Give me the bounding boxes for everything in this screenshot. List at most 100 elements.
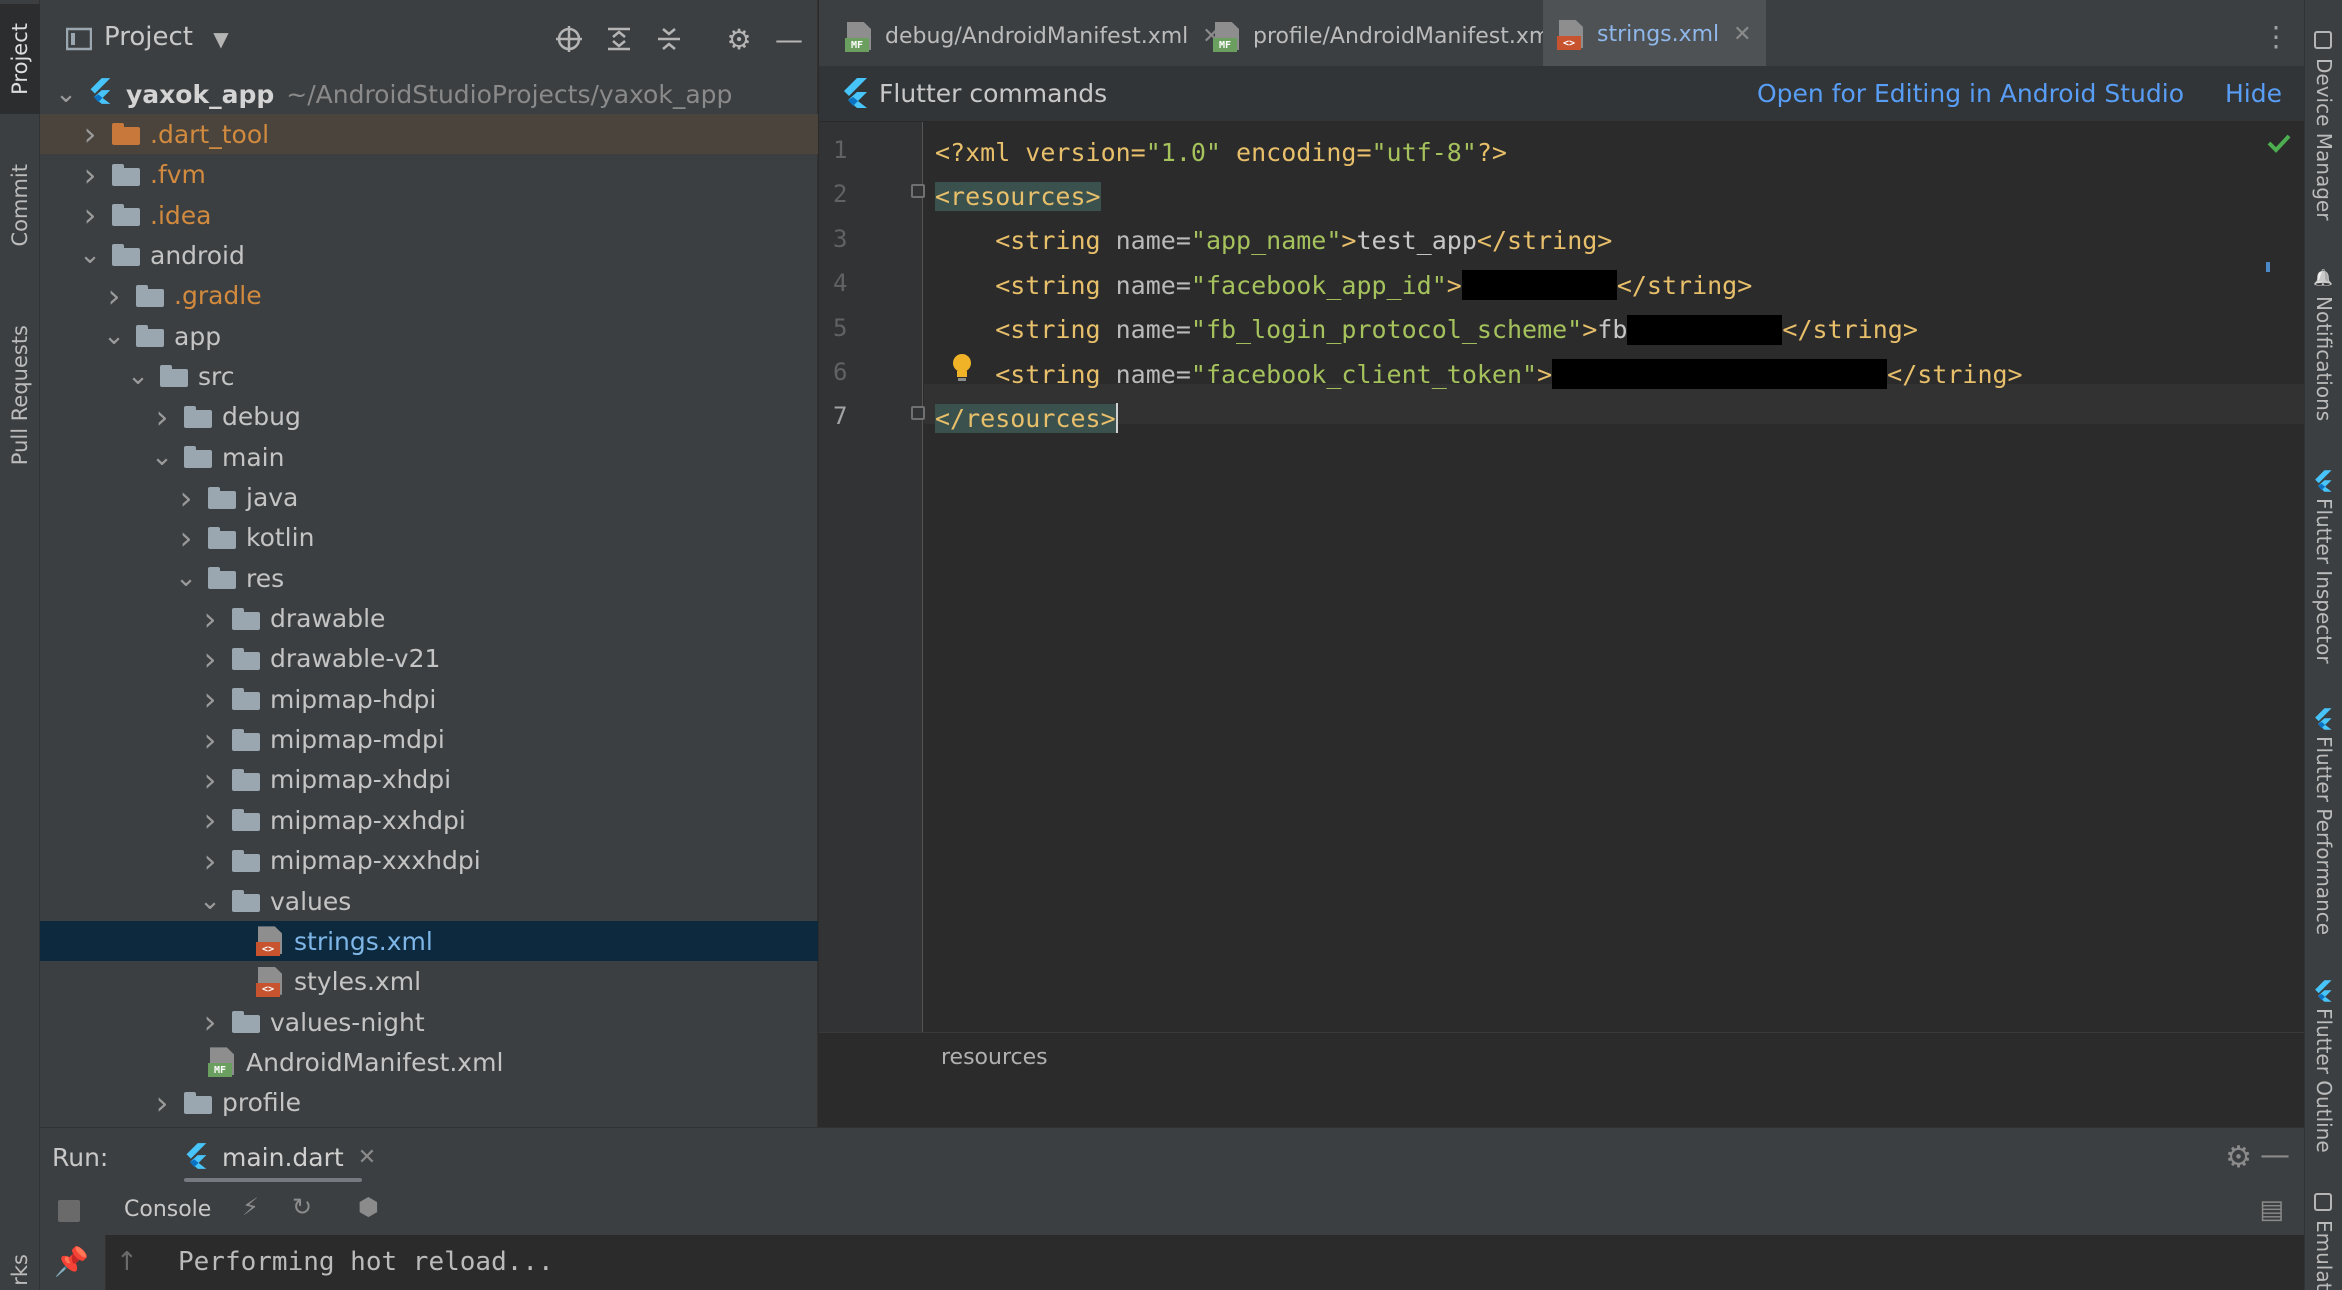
code-line[interactable]: <string name= "facebook_app_id" > </string> (935, 265, 1752, 305)
dropdown-chevron-icon[interactable]: ▼ (204, 22, 238, 56)
fold-marker-icon[interactable] (911, 184, 925, 199)
close-icon[interactable]: ✕ (358, 1145, 376, 1170)
chevron-right-icon[interactable]: › (174, 518, 198, 558)
expand-all-icon[interactable] (602, 22, 636, 56)
chevron-right-icon[interactable]: › (198, 1002, 222, 1042)
tool-tab-flutter-inspector[interactable]: Flutter Inspector (2305, 470, 2342, 664)
tree-item[interactable]: › kotlin (40, 518, 818, 558)
chevron-right-icon[interactable]: › (198, 639, 222, 679)
more-options-icon[interactable]: ⋮ (2262, 20, 2290, 53)
chevron-down-icon[interactable]: ⌄ (78, 235, 102, 275)
tree-item[interactable]: <> styles.xml (40, 962, 818, 1002)
tree-item[interactable]: › .gradle (40, 276, 818, 316)
tree-item[interactable]: ⌄ src (40, 356, 818, 396)
tree-item[interactable]: ⌄ yaxok_app ~/AndroidStudioProjects/yaxok_… (40, 74, 818, 114)
chevron-right-icon[interactable]: › (198, 760, 222, 800)
editor-tab-debug-manifest[interactable]: MF debug/AndroidManifest.xml ✕ (831, 0, 1235, 72)
chevron-right-icon[interactable]: › (198, 800, 222, 840)
tool-tab-commit[interactable]: Commit (0, 150, 40, 260)
chevron-right-icon[interactable]: › (78, 155, 102, 195)
close-icon[interactable]: ✕ (1733, 22, 1751, 47)
tool-tab-flutter-outline[interactable]: Flutter Outline (2305, 980, 2342, 1153)
chevron-down-icon[interactable]: ⌄ (54, 74, 78, 114)
fold-marker-icon[interactable] (911, 406, 925, 421)
chevron-down-icon[interactable]: ⌄ (150, 437, 174, 477)
tree-item[interactable]: › .dart_tool (40, 114, 818, 155)
code-token: "fb_login_protocol_scheme" (1190, 315, 1583, 345)
tree-item[interactable]: ⌄ values (40, 881, 818, 921)
lightbulb-icon[interactable] (951, 352, 975, 382)
tool-tab-emulat[interactable]: Emulat (2305, 1192, 2342, 1290)
locate-icon[interactable] (552, 22, 586, 56)
chevron-right-icon[interactable]: › (174, 478, 198, 518)
hide-link[interactable]: Hide (2225, 79, 2282, 108)
chevron-right-icon[interactable]: › (198, 679, 222, 719)
minimize-icon[interactable]: — (2260, 1138, 2290, 1173)
chevron-right-icon[interactable]: › (102, 276, 126, 316)
minimize-icon[interactable]: — (772, 22, 806, 56)
tree-item[interactable]: ⌄ res (40, 558, 818, 598)
tree-item[interactable]: › mipmap-mdpi (40, 720, 818, 760)
run-tab-main-dart[interactable]: main.dart ✕ (144, 1128, 376, 1186)
tool-tab-device-manager[interactable]: Device Manager (2305, 30, 2342, 220)
tree-item[interactable]: ⌄ app (40, 316, 818, 356)
tool-tab-notifications[interactable]: 🔔 Notifications (2305, 268, 2342, 421)
settings-gear-icon[interactable]: ⚙ (722, 22, 756, 56)
settings-gear-icon[interactable]: ⚙ (2225, 1140, 2252, 1175)
tree-item[interactable]: MF AndroidManifest.xml (40, 1042, 818, 1082)
editor-tab-strings-xml[interactable]: <> strings.xml ✕ (1543, 0, 1766, 72)
tree-item[interactable]: › drawable-v21 (40, 639, 818, 679)
tree-item[interactable]: › java (40, 478, 818, 518)
chevron-right-icon[interactable]: › (150, 1083, 174, 1123)
tree-item[interactable]: › mipmap-hdpi (40, 679, 818, 719)
code-line[interactable]: <string name= "facebook_client_token" > </s… (935, 354, 2023, 394)
project-panel-title[interactable]: Project (104, 22, 193, 52)
chevron-right-icon[interactable]: › (198, 599, 222, 639)
layout-options-icon[interactable]: ▤ (2259, 1195, 2284, 1225)
code-line[interactable]: <string name= "fb_login_protocol_scheme" >… (935, 310, 1918, 350)
open-in-android-studio-link[interactable]: Open for Editing in Android Studio (1757, 79, 2184, 108)
pin-icon[interactable]: 📌 (54, 1245, 89, 1278)
tree-item[interactable]: › mipmap-xxxhdpi (40, 841, 818, 881)
console-output[interactable]: ↑ Performing hot reload... (106, 1235, 2304, 1290)
tree-item[interactable]: › .fvm (40, 155, 818, 195)
tree-item[interactable]: ⌄ android (40, 235, 818, 275)
tree-item[interactable]: › values-night (40, 1002, 818, 1042)
devtools-icon[interactable]: ⬢ (358, 1193, 379, 1221)
code-line[interactable]: <?xml version= "1.0" encoding= "utf-8" ?> (935, 132, 1507, 172)
chevron-right-icon[interactable]: › (78, 114, 102, 154)
chevron-down-icon[interactable]: ⌄ (198, 881, 222, 921)
tool-tab-flutter-performance[interactable]: Flutter Performance (2305, 708, 2342, 935)
stop-icon[interactable] (58, 1200, 80, 1222)
folder-icon (208, 526, 236, 549)
console-tab[interactable]: Console (124, 1197, 211, 1222)
code-editor[interactable]: 1 2 3 4 5 6 7 <?xml version= "1.0" encoding= "ut… (819, 122, 2304, 1082)
chevron-right-icon[interactable]: › (198, 720, 222, 760)
tree-item[interactable]: ⌄ main (40, 437, 818, 477)
tool-tab-bookmarks[interactable]: rks (0, 1250, 40, 1290)
chevron-right-icon[interactable]: › (78, 195, 102, 235)
tree-item[interactable]: › debug (40, 397, 818, 437)
tool-tab-pull-requests[interactable]: Pull Requests (0, 300, 40, 490)
code-line[interactable]: </resources> (935, 398, 1118, 438)
tree-item-label: drawable (270, 604, 386, 634)
tree-item[interactable]: › .idea (40, 195, 818, 235)
tree-item[interactable]: › mipmap-xhdpi (40, 760, 818, 800)
chevron-down-icon[interactable]: ⌄ (174, 558, 198, 598)
code-line[interactable]: <string name= "app_name" > test_app </string… (935, 221, 1612, 261)
tool-tab-project[interactable]: Project (0, 4, 40, 114)
hot-restart-icon[interactable]: ↻ (292, 1193, 312, 1221)
breadcrumb-item[interactable]: resources (941, 1045, 1048, 1070)
hot-reload-icon[interactable]: ⚡ (242, 1193, 259, 1221)
chevron-down-icon[interactable]: ⌄ (102, 316, 126, 356)
tree-item[interactable]: › drawable (40, 599, 818, 639)
chevron-down-icon[interactable]: ⌄ (126, 356, 150, 396)
scroll-up-icon[interactable]: ↑ (116, 1247, 138, 1277)
tree-item[interactable]: › profile (40, 1083, 818, 1123)
tree-item[interactable]: <> strings.xml (40, 921, 818, 962)
chevron-right-icon[interactable]: › (198, 841, 222, 881)
collapse-all-icon[interactable] (652, 22, 686, 56)
code-line[interactable]: <resources> (935, 176, 1101, 216)
chevron-right-icon[interactable]: › (150, 397, 174, 437)
tree-item[interactable]: › mipmap-xxhdpi (40, 800, 818, 840)
